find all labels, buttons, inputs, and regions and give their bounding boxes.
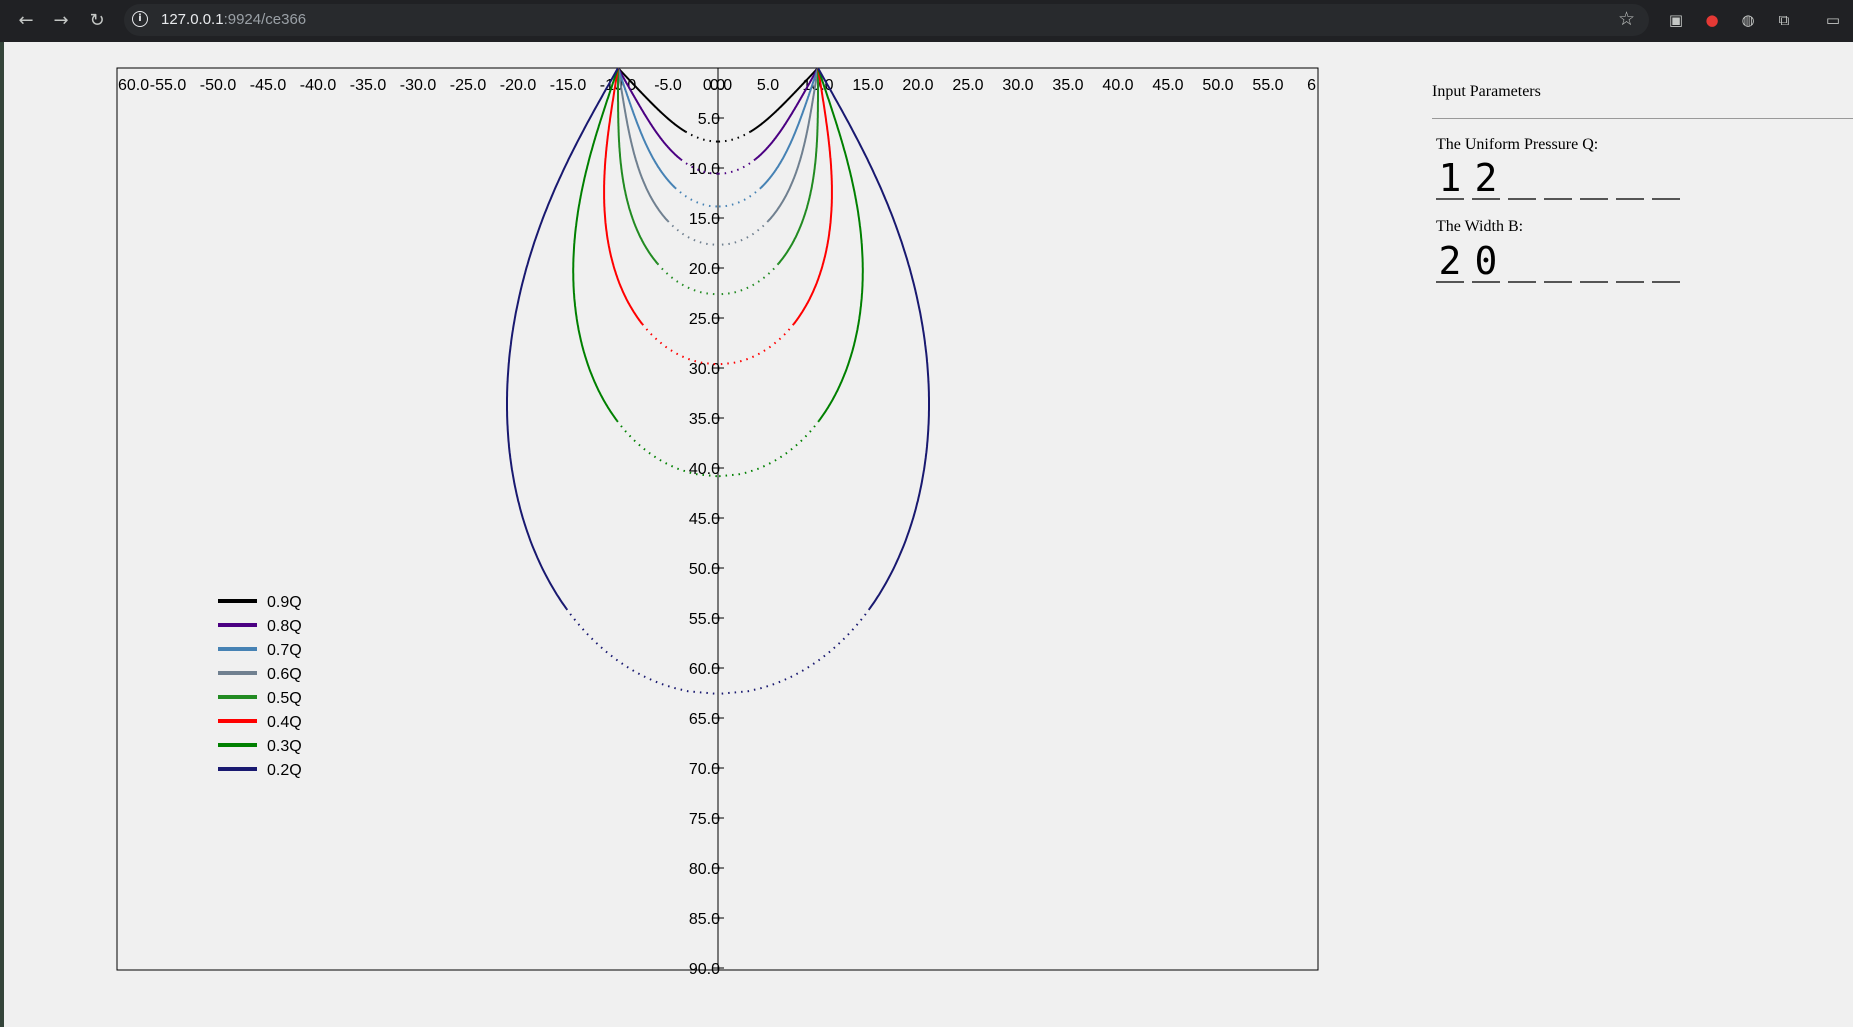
x-tick-label: 30.0 — [1002, 77, 1033, 94]
isobar-solid-right — [792, 68, 833, 325]
width-digit-1[interactable]: 2 — [1436, 241, 1464, 283]
pressure-digit-5[interactable] — [1580, 158, 1608, 200]
legend-label: 0.2Q — [267, 762, 302, 779]
legend: 0.9Q 0.8Q 0.7Q 0.6Q 0.5Q 0.4Q 0.3Q 0.2Q — [218, 594, 302, 779]
x-tick-label: -55.0 — [150, 77, 187, 94]
x-tick-label: 20.0 — [902, 77, 933, 94]
x-tick-label: -50.0 — [200, 77, 237, 94]
pressure-digit-1[interactable]: 1 — [1436, 158, 1464, 200]
x-tick-label: 55.0 — [1252, 77, 1283, 94]
isobar-dotted-right — [717, 130, 752, 143]
isobar-dotted-right — [717, 323, 795, 366]
x-tick-label: 25.0 — [952, 77, 983, 94]
y-tick-label: 50.0 — [689, 561, 720, 578]
panel-heading: Input Parameters — [1432, 83, 1541, 100]
y-tick-label: 5.0 — [698, 111, 720, 128]
pressure-input[interactable]: 1 2 — [1436, 158, 1688, 200]
width-digit-5[interactable] — [1580, 241, 1608, 283]
x-tick-label: 40.0 — [1102, 77, 1133, 94]
isobar-solid-left — [572, 67, 619, 422]
width-input[interactable]: 2 0 — [1436, 241, 1688, 283]
y-tick-label: 30.0 — [689, 361, 720, 378]
x-tick-label: -35.0 — [350, 77, 387, 94]
x-tick-label: -15.0 — [550, 77, 587, 94]
x-tick-label: 50.0 — [1202, 77, 1233, 94]
x-tick-label: 0.0 — [710, 77, 732, 94]
pressure-digit-7[interactable] — [1652, 158, 1680, 200]
x-tick-label: -30.0 — [400, 77, 437, 94]
pressure-digit-6[interactable] — [1616, 158, 1644, 200]
y-tick-label: 85.0 — [689, 911, 720, 928]
x-tick-label: 6 — [1307, 77, 1316, 94]
isobar-dotted-left — [684, 130, 719, 143]
y-tick-label: 55.0 — [689, 611, 720, 628]
y-tick-label: 20.0 — [689, 261, 720, 278]
x-tick-label: 45.0 — [1152, 77, 1183, 94]
y-tick-label: 65.0 — [689, 711, 720, 728]
y-tick-label: 75.0 — [689, 811, 720, 828]
isobar-dotted-left — [641, 323, 719, 366]
y-tick-label: 60.0 — [689, 661, 720, 678]
isobar-dotted-right — [717, 420, 820, 478]
x-tick-label: 5.0 — [757, 77, 779, 94]
y-tick-label: 45.0 — [689, 511, 720, 528]
isobar-dotted-right — [717, 608, 871, 695]
legend-label: 0.5Q — [267, 690, 302, 707]
y-tick-label: 40.0 — [689, 461, 720, 478]
pressure-digit-4[interactable] — [1544, 158, 1572, 200]
isobar-solid-left — [506, 67, 619, 610]
width-digit-6[interactable] — [1616, 241, 1644, 283]
pressure-digit-3[interactable] — [1508, 158, 1536, 200]
width-digit-3[interactable] — [1508, 241, 1536, 283]
x-tick-label: 35.0 — [1052, 77, 1083, 94]
width-label: The Width B: — [1436, 218, 1524, 235]
isobar-dotted-right — [717, 220, 770, 246]
y-tick-label: 90.0 — [689, 961, 720, 978]
legend-label: 0.9Q — [267, 594, 302, 611]
y-tick-label: 80.0 — [689, 861, 720, 878]
width-digit-7[interactable] — [1652, 241, 1680, 283]
x-tick-label: -20.0 — [500, 77, 537, 94]
width-digit-2[interactable]: 0 — [1472, 241, 1500, 283]
width-digit-4[interactable] — [1544, 241, 1572, 283]
x-tick-label: 60.0 — [118, 77, 149, 94]
isobar-solid-right — [817, 67, 864, 422]
y-tick-label: 10.0 — [689, 161, 720, 178]
legend-label: 0.8Q — [267, 618, 302, 635]
x-tick-label: 15.0 — [852, 77, 883, 94]
isobar-solid-left — [603, 68, 644, 325]
isobar-solid-right — [817, 67, 930, 610]
pressure-bulb-chart: 60.0 -55.0 -50.0 -45.0 -40.0 -35.0 -30.0 -25.0-… — [116, 67, 1319, 978]
legend-label: 0.6Q — [267, 666, 302, 683]
x-tick-label: -25.0 — [450, 77, 487, 94]
y-tick-label: 25.0 — [689, 311, 720, 328]
divider — [1432, 118, 1853, 119]
isobar-dotted-right — [717, 262, 780, 296]
x-tick-label: -40.0 — [300, 77, 337, 94]
y-tick-label: 35.0 — [689, 411, 720, 428]
x-tick-label: -5.0 — [654, 77, 682, 94]
isobar-dotted-left — [674, 186, 719, 208]
isobar-dotted-right — [717, 186, 762, 208]
x-tick-label: -45.0 — [250, 77, 287, 94]
legend-label: 0.4Q — [267, 714, 302, 731]
x-axis-ticks: 60.0 -55.0 -50.0 -45.0 -40.0 -35.0 -30.0 -25.0-… — [118, 77, 1316, 94]
y-tick-label: 70.0 — [689, 761, 720, 778]
y-tick-label: 15.0 — [689, 211, 720, 228]
legend-label: 0.7Q — [267, 642, 302, 659]
pressure-label: The Uniform Pressure Q: — [1436, 136, 1599, 153]
pressure-digit-2[interactable]: 2 — [1472, 158, 1500, 200]
legend-label: 0.3Q — [267, 738, 302, 755]
isobar-dotted-right — [717, 158, 756, 175]
